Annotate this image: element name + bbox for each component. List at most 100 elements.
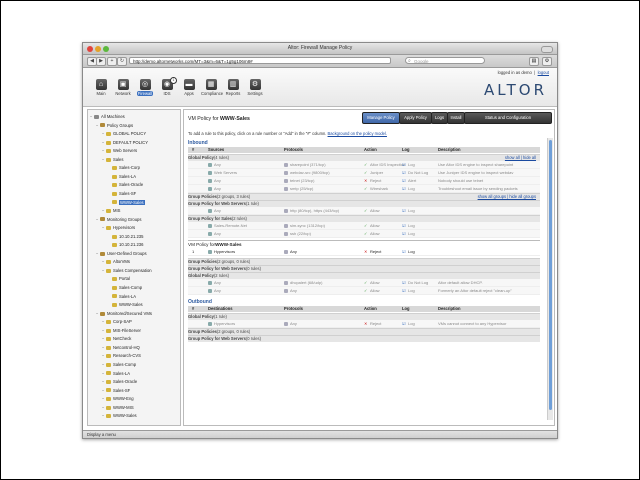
sales-group[interactable]: Group Policy for Sales(2 rules) bbox=[188, 215, 540, 222]
background-link[interactable]: Background on the policy model. bbox=[328, 131, 387, 136]
sidebar-item[interactable]: 10.10.21.236 bbox=[108, 241, 143, 248]
sidebar-item[interactable]: − WWW-MIS bbox=[102, 404, 134, 411]
global-policy-group[interactable]: Global Policy(4 rules) show all | hide al… bbox=[188, 154, 540, 161]
tab-ids[interactable]: ◉ 1 IDS bbox=[157, 77, 177, 96]
sidebar-item[interactable]: − DEFAULT POLICY bbox=[102, 139, 148, 146]
vm-policy-heading-target: WWW-Sales bbox=[215, 242, 242, 247]
tab-firewall[interactable]: ◎ Firewall bbox=[135, 79, 155, 96]
install-button[interactable]: Install bbox=[447, 112, 465, 124]
sidebar-item[interactable]: − Sales-Oracle bbox=[102, 378, 137, 385]
table-row[interactable]: Any Any Allow ✓ Log ☑ Formerly an Altor defaul… bbox=[188, 287, 540, 295]
sidebar-item[interactable]: − Netcontrol-HQ bbox=[102, 344, 140, 351]
logs-button[interactable]: Logs bbox=[431, 112, 448, 124]
group-policies-group[interactable]: Group Policies(2 groups, 3 rules) show al… bbox=[188, 193, 540, 200]
sidebar-item[interactable]: Sales-SF bbox=[108, 190, 136, 197]
table-row[interactable]: Any sharepoint (371/tcp) Altor IDS Inspect… bbox=[188, 161, 540, 169]
toolbar-toggle-button[interactable] bbox=[541, 45, 553, 53]
global-policy-group-2[interactable]: Global Policy(2 rules) bbox=[188, 272, 540, 279]
logout-link[interactable]: logout bbox=[538, 70, 549, 75]
sidebar-item[interactable]: − Sales-LA bbox=[102, 370, 130, 377]
log-checkbox-icon[interactable]: ☑ bbox=[402, 248, 406, 255]
tab-network[interactable]: ▣ Network bbox=[113, 79, 133, 96]
table-row[interactable]: 1 Hypervisors Any Reject ✕ Log ☑ bbox=[188, 248, 540, 256]
log-checkbox-icon[interactable]: ☑ bbox=[402, 230, 406, 237]
vm-policy-heading: VM Policy forWWW-Sales bbox=[188, 240, 540, 248]
sidebar-item[interactable]: Sales-LA bbox=[108, 173, 136, 180]
address-bar[interactable]: http://demo.altornetworks.com/MT=3&m=6&T… bbox=[129, 57, 391, 64]
search-input[interactable]: ⌕ Google bbox=[405, 57, 485, 64]
sidebar-item[interactable]: − All Machines bbox=[90, 113, 125, 120]
status-configuration-button[interactable]: Status and Configuration bbox=[464, 112, 552, 124]
sidebar-item[interactable]: WWW-Sales bbox=[108, 301, 143, 308]
sidebar-item[interactable]: − Sales-Comp bbox=[102, 361, 136, 368]
tab-main[interactable]: ⌂ Main bbox=[91, 79, 111, 96]
log-checkbox-icon[interactable]: ☑ bbox=[402, 169, 406, 176]
web-servers-group-2[interactable]: Group Policy for Web Servers(0 rules) bbox=[188, 265, 540, 272]
col-action: Action bbox=[364, 306, 377, 311]
table-row[interactable]: Any dhcpalert (68/udp) Allow ✓ Do Not Log ☑ Al… bbox=[188, 279, 540, 287]
tab-reports[interactable]: ▥ Reports bbox=[223, 79, 243, 96]
sidebar-item[interactable]: WWW-Sales bbox=[108, 199, 145, 206]
sidebar-item[interactable]: − Sales-SF bbox=[102, 387, 130, 394]
log-checkbox-icon[interactable]: ☑ bbox=[402, 177, 406, 184]
sidebar-item[interactable]: Sales-Corp bbox=[108, 164, 140, 171]
apply-policy-button[interactable]: Apply Policy bbox=[399, 112, 432, 124]
manage-policy-button[interactable]: Manage Policy bbox=[362, 112, 400, 124]
outbound-group-policies-group[interactable]: Group Policies(2 groups, 0 rules) bbox=[188, 328, 540, 335]
inbound-section[interactable]: Inbound bbox=[188, 140, 208, 146]
sidebar-item[interactable]: − GLOBAL POLICY bbox=[102, 130, 146, 137]
sidebar-item[interactable]: Sales-Comp bbox=[108, 284, 142, 291]
sidebar-item[interactable]: − Corp-SAP bbox=[102, 318, 132, 325]
table-row[interactable]: Any smtp (25/tcp) Wireshark ✓ Log ☑ Troublesho… bbox=[188, 185, 540, 193]
sidebar-item[interactable]: − Research-CVS bbox=[102, 352, 141, 359]
sidebar-item[interactable]: − MIS-FileServer bbox=[102, 327, 141, 334]
reload-button[interactable]: ↻ bbox=[117, 57, 127, 66]
sidebar-item[interactable]: − Hypervisors bbox=[102, 224, 135, 231]
sidebar-item[interactable]: Sales-Oracle bbox=[108, 181, 143, 188]
sidebar-item[interactable]: − User-Defined Groups bbox=[96, 250, 147, 257]
log-checkbox-icon[interactable]: ☑ bbox=[402, 185, 406, 192]
sidebar-item[interactable]: − Sales Compensation bbox=[102, 267, 152, 274]
sidebar-item[interactable]: − Web Servers bbox=[102, 147, 137, 154]
sidebar-item[interactable]: − Monitored/Secured VMs bbox=[96, 310, 152, 317]
log-checkbox-icon[interactable]: ☑ bbox=[402, 161, 406, 168]
log-checkbox-icon[interactable]: ☑ bbox=[402, 279, 406, 286]
log-checkbox-icon[interactable]: ☑ bbox=[402, 320, 406, 327]
sidebar-item[interactable]: Portal bbox=[108, 275, 130, 282]
sidebar-item[interactable]: − NetCheck bbox=[102, 335, 131, 342]
log-checkbox-icon[interactable]: ☑ bbox=[402, 287, 406, 294]
policy-panel: VM Policy for WWW-Sales Manage Policy Ap… bbox=[183, 109, 555, 426]
table-row[interactable]: Any ssh (22/tcp) Allow ✓ Log ☑ bbox=[188, 230, 540, 238]
sidebar-item[interactable]: Sales-LA bbox=[108, 293, 136, 300]
sidebar-item[interactable]: − AltorVMs bbox=[102, 258, 130, 265]
table-row[interactable]: Any http (80/tcp), https (443/tcp) Allow ✓ L… bbox=[188, 207, 540, 215]
sidebar-item[interactable]: − WWW-Eng bbox=[102, 395, 134, 402]
sidebar-item[interactable]: − MIS bbox=[102, 207, 120, 214]
tab-compliance[interactable]: ▦ Compliance bbox=[201, 79, 223, 96]
sidebar-item[interactable]: 10.10.21.235 bbox=[108, 233, 143, 240]
table-row[interactable]: Sales-Remote-Net sim-sync (1312/tcp) Allow… bbox=[188, 222, 540, 230]
sidebar-item[interactable]: − Sales bbox=[102, 156, 123, 163]
log-checkbox-icon[interactable]: ☑ bbox=[402, 207, 406, 214]
table-row[interactable]: Hypervisors Any Reject ✕ Log ☑ VMs cannot conn… bbox=[188, 320, 540, 328]
sidebar-item[interactable]: − Policy Groups bbox=[96, 122, 133, 129]
tab-settings[interactable]: ⚙ Settings bbox=[245, 79, 265, 96]
table-row[interactable]: Web Servers webdav-src (9800/tcp) Juniper ✓… bbox=[188, 169, 540, 177]
outbound-global-policy-group[interactable]: Global Policy(1 rule) bbox=[188, 313, 540, 320]
add-bookmark-button[interactable]: + bbox=[107, 57, 117, 66]
settings-gear-icon[interactable]: ⚙ bbox=[542, 57, 552, 66]
sidebar-item[interactable]: − Monitoring Groups bbox=[96, 216, 141, 223]
sidebar-item-label: Web Servers bbox=[113, 148, 138, 154]
table-row[interactable]: Any telnet (23/tcp) Reject ✕ Alert ☑ Nobody sh… bbox=[188, 177, 540, 185]
scrollbar-thumb[interactable] bbox=[549, 140, 552, 410]
log-checkbox-icon[interactable]: ☑ bbox=[402, 222, 406, 229]
sidebar-item[interactable]: − WWW-Sales bbox=[102, 412, 137, 419]
tab-apps[interactable]: ▬ Apps bbox=[179, 79, 199, 96]
group-policies-group-2[interactable]: Group Policies(2 groups, 0 rules) bbox=[188, 258, 540, 265]
forward-button[interactable]: ▶ bbox=[96, 57, 106, 66]
vertical-scrollbar[interactable] bbox=[547, 138, 553, 420]
outbound-web-servers-group[interactable]: Group Policy for Web Servers(0 rules) bbox=[188, 335, 540, 342]
page-menu-icon[interactable]: ▤ bbox=[529, 57, 539, 66]
web-servers-group[interactable]: Group Policy for Web Servers(1 rule) bbox=[188, 200, 540, 207]
outbound-section[interactable]: Outbound bbox=[188, 299, 212, 305]
